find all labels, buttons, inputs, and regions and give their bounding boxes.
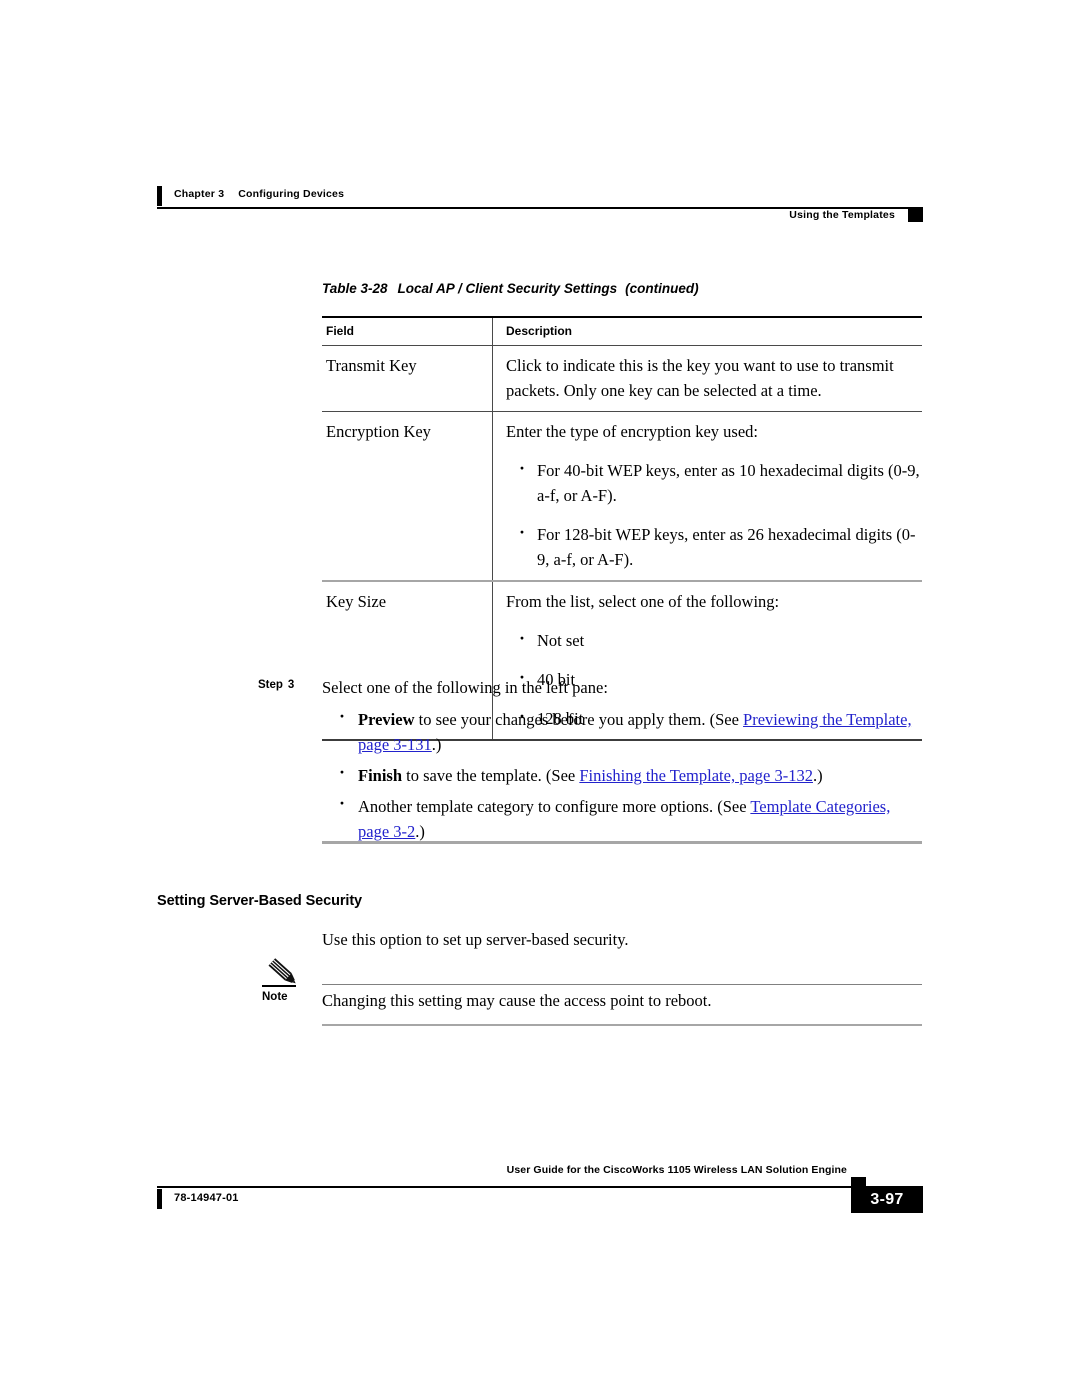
- table-cell-description: Enter the type of encryption key used: F…: [493, 412, 922, 580]
- page-footer: User Guide for the CiscoWorks 1105 Wirel…: [157, 1164, 923, 1214]
- list-item: For 40-bit WEP keys, enter as 10 hexadec…: [506, 456, 920, 508]
- section-heading: Setting Server-Based Security: [157, 893, 363, 909]
- table-header-field: Field: [326, 324, 355, 338]
- list-item: Not set: [506, 626, 920, 653]
- step-label-word: Step: [258, 679, 283, 691]
- header-left-marker: [157, 186, 162, 206]
- table-header-row: Field Description: [322, 318, 922, 345]
- description-text: From the list, select one of the followi…: [506, 592, 780, 611]
- header-section-title: Using the Templates: [789, 209, 895, 221]
- note-bottom-rule: [322, 1024, 922, 1026]
- note-icon-underline: [262, 985, 296, 987]
- header-right-marker: [908, 207, 923, 222]
- header-chapter-line: Chapter 3 Configuring Devices: [174, 188, 344, 200]
- section-divider-rule: [322, 841, 922, 844]
- bullet-tail: .): [812, 766, 823, 785]
- table-caption-continued: (continued): [625, 281, 699, 296]
- table-header-description: Description: [506, 324, 573, 338]
- document-page: Chapter 3 Configuring Devices Using the T…: [0, 0, 1080, 1397]
- field-name: Encryption Key: [326, 422, 431, 441]
- note-label: Note: [262, 991, 288, 1003]
- description-text: Enter the type of encryption key used:: [506, 422, 759, 441]
- footer-rule: [157, 1186, 866, 1188]
- table-caption: Table 3-28 Local AP / Client Security Set…: [322, 281, 699, 296]
- table-cell-field: Encryption Key: [322, 412, 492, 452]
- bullet-tail: .): [431, 735, 442, 754]
- step-heading: Step 3 Select one of the following in the…: [258, 675, 923, 701]
- list-item: Finish to save the template. (See Finish…: [322, 760, 923, 788]
- table-row: Encryption Key Enter the type of encrypt…: [322, 412, 922, 580]
- note-top-rule: [322, 984, 922, 985]
- field-name: Key Size: [326, 592, 387, 611]
- footer-doc-number: 78-14947-01: [174, 1192, 239, 1204]
- running-header: Chapter 3 Configuring Devices Using the T…: [157, 186, 923, 230]
- pencil-icon: [268, 958, 296, 984]
- bullet-text: to save the template. (See: [402, 766, 580, 785]
- note-block: Note Changing this setting may cause the…: [260, 957, 922, 1029]
- field-name: Transmit Key: [326, 356, 417, 375]
- table-cell-description: Click to indicate this is the key you wa…: [493, 346, 922, 411]
- step-number: 3: [287, 679, 295, 691]
- list-item: Another template category to configure m…: [322, 791, 923, 844]
- table-caption-label: Table 3-28: [322, 281, 388, 296]
- description-bullet-list: For 40-bit WEP keys, enter as 10 hexadec…: [506, 456, 920, 572]
- header-chapter-title: Configuring Devices: [238, 188, 345, 200]
- list-item: For 128-bit WEP keys, enter as 26 hexade…: [506, 520, 920, 572]
- header-chapter-number: Chapter 3: [174, 188, 225, 200]
- table-row: Transmit Key Click to indicate this is t…: [322, 346, 922, 411]
- bullet-tail: .): [415, 822, 425, 841]
- step-block: Step 3 Select one of the following in the…: [258, 675, 923, 844]
- step-bullet-list: Preview to see your changes before you a…: [322, 704, 923, 844]
- bullet-text: to see your changes before you apply the…: [414, 710, 744, 729]
- step-text: Select one of the following in the left …: [322, 678, 608, 697]
- page-number-badge: 3-97: [851, 1186, 923, 1213]
- table-caption-title: Local AP / Client Security Settings: [397, 281, 618, 296]
- description-text: Click to indicate this is the key you wa…: [506, 356, 894, 400]
- table-cell-field: Transmit Key: [322, 346, 492, 386]
- bullet-text: Another template category to configure m…: [358, 797, 751, 816]
- note-text: Changing this setting may cause the acce…: [322, 991, 712, 1010]
- bullet-bold-term: Finish: [358, 766, 403, 785]
- footer-guide-title: User Guide for the CiscoWorks 1105 Wirel…: [506, 1164, 847, 1176]
- step-label: Step 3: [258, 679, 294, 691]
- list-item: Preview to see your changes before you a…: [322, 704, 923, 757]
- cross-reference-link[interactable]: Finishing the Template, page 3-132: [579, 766, 813, 785]
- section-paragraph: Use this option to set up server-based s…: [322, 930, 629, 949]
- table-cell-field: Key Size: [322, 582, 492, 622]
- footer-left-marker: [157, 1189, 162, 1209]
- bullet-bold-term: Preview: [358, 710, 415, 729]
